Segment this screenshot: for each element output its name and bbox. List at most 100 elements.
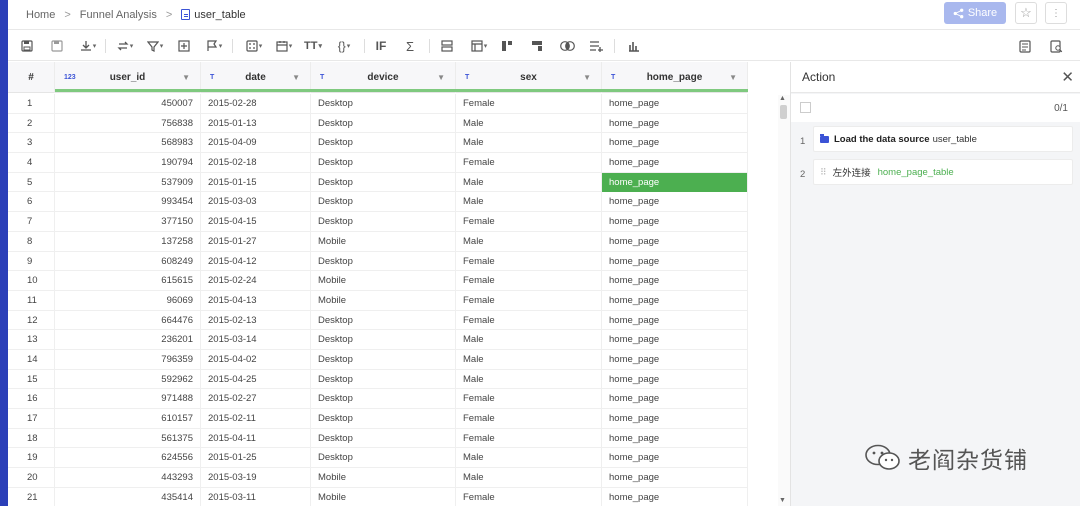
cell-home_page[interactable]: home_page — [602, 133, 748, 154]
filter-icon[interactable]: ▾ — [144, 38, 166, 54]
row-index[interactable]: 17 — [8, 409, 55, 429]
cell-device[interactable]: Mobile — [311, 468, 456, 488]
table-row[interactable]: 8 137258 2015-01-27 Mobile Male home_page — [8, 231, 748, 252]
cell-user_id[interactable]: 568983 — [55, 133, 201, 154]
cell-sex[interactable]: Female — [456, 153, 602, 173]
cell-user_id[interactable]: 96069 — [55, 290, 201, 311]
cell-date[interactable]: 2015-04-12 — [201, 251, 311, 272]
cell-date[interactable]: 2015-03-03 — [201, 192, 311, 213]
more-button[interactable]: ⋮ — [1045, 2, 1067, 24]
cell-sex[interactable]: Female — [456, 212, 602, 232]
row-index[interactable]: 9 — [8, 251, 55, 272]
cell-home_page[interactable]: home_page — [602, 349, 748, 370]
table-row[interactable]: 16 971488 2015-02-27 Desktop Female home_page — [8, 389, 748, 409]
row-index[interactable]: 5 — [8, 172, 55, 193]
cell-user_id[interactable]: 561375 — [55, 428, 201, 449]
row-index[interactable]: 14 — [8, 349, 55, 370]
cell-user_id[interactable]: 592962 — [55, 369, 201, 390]
cell-date[interactable]: 2015-01-27 — [201, 231, 311, 252]
row-index[interactable]: 3 — [8, 133, 55, 154]
cell-user_id[interactable]: 537909 — [55, 172, 201, 193]
cell-user_id[interactable]: 624556 — [55, 448, 201, 469]
cell-date[interactable]: 2015-03-14 — [201, 330, 311, 350]
row-index[interactable]: 19 — [8, 448, 55, 469]
row-index[interactable]: 6 — [8, 192, 55, 213]
cell-home_page[interactable]: home_page — [602, 271, 748, 291]
row-index[interactable]: 2 — [8, 113, 55, 134]
share-button[interactable]: Share — [944, 2, 1006, 24]
cell-user_id[interactable]: 435414 — [55, 487, 201, 506]
cell-sex[interactable]: Male — [456, 369, 602, 390]
group-icon[interactable] — [440, 38, 454, 54]
cell-device[interactable]: Desktop — [311, 251, 456, 272]
cell-device[interactable]: Mobile — [311, 487, 456, 506]
chevron-down-icon[interactable]: ▼ — [729, 73, 737, 82]
cell-sex[interactable]: Male — [456, 448, 602, 469]
cell-date[interactable]: 2015-02-11 — [201, 409, 311, 429]
cell-date[interactable]: 2015-02-24 — [201, 271, 311, 291]
row-index[interactable]: 7 — [8, 212, 55, 232]
cell-home_page[interactable]: home_page — [602, 428, 748, 449]
cell-device[interactable]: Desktop — [311, 192, 456, 213]
cell-sex[interactable]: Male — [456, 330, 602, 350]
cell-device[interactable]: Desktop — [311, 349, 456, 370]
table-row[interactable]: 2 756838 2015-01-13 Desktop Male home_page — [8, 113, 748, 134]
row-index[interactable]: 1 — [8, 94, 55, 114]
table-row[interactable]: 4 190794 2015-02-18 Desktop Female home_page — [8, 153, 748, 173]
cell-sex[interactable]: Female — [456, 428, 602, 449]
cell-sex[interactable]: Male — [456, 231, 602, 252]
cell-home_page[interactable]: home_page — [602, 251, 748, 272]
table-row[interactable]: 15 592962 2015-04-25 Desktop Male home_page — [8, 369, 748, 390]
save-icon[interactable] — [20, 38, 34, 54]
cell-date[interactable]: 2015-04-13 — [201, 290, 311, 311]
transform-icon[interactable]: ▾ — [114, 38, 136, 54]
row-index[interactable]: 12 — [8, 310, 55, 331]
cell-home_page[interactable]: home_page — [602, 448, 748, 469]
row-index[interactable]: 4 — [8, 153, 55, 173]
chevron-down-icon[interactable]: ▼ — [583, 73, 591, 82]
cell-date[interactable]: 2015-01-25 — [201, 448, 311, 469]
cell-user_id[interactable]: 664476 — [55, 310, 201, 331]
cell-user_id[interactable]: 796359 — [55, 349, 201, 370]
cell-sex[interactable]: Female — [456, 94, 602, 114]
merge-icon[interactable] — [500, 38, 514, 54]
close-icon[interactable]: ✕ — [1061, 68, 1074, 86]
scroll-down-icon[interactable]: ▼ — [779, 497, 786, 504]
row-index[interactable]: 16 — [8, 389, 55, 409]
cell-device[interactable]: Desktop — [311, 310, 456, 331]
cell-device[interactable]: Desktop — [311, 409, 456, 429]
table-row[interactable]: 18 561375 2015-04-11 Desktop Female home_page — [8, 428, 748, 449]
scrollbar-thumb[interactable] — [780, 105, 787, 119]
cell-sex[interactable]: Male — [456, 192, 602, 213]
cell-sex[interactable]: Female — [456, 409, 602, 429]
row-index[interactable]: 13 — [8, 330, 55, 350]
cell-home_page[interactable]: home_page — [602, 113, 748, 134]
table-row[interactable]: 7 377150 2015-04-15 Desktop Female home_page — [8, 212, 748, 232]
if-icon[interactable]: IF — [373, 38, 389, 54]
cell-sex[interactable]: Female — [456, 310, 602, 331]
cell-date[interactable]: 2015-02-13 — [201, 310, 311, 331]
cell-sex[interactable]: Male — [456, 113, 602, 134]
table-row[interactable]: 6 993454 2015-03-03 Desktop Male home_page — [8, 192, 748, 213]
cell-sex[interactable]: Female — [456, 251, 602, 272]
row-index[interactable]: 20 — [8, 468, 55, 488]
join-icon[interactable] — [559, 38, 575, 54]
cell-sex[interactable]: Female — [456, 389, 602, 409]
cell-date[interactable]: 2015-03-11 — [201, 487, 311, 506]
row-index[interactable]: 11 — [8, 290, 55, 311]
favorite-button[interactable]: ☆ — [1015, 2, 1037, 24]
cell-home_page[interactable]: home_page — [602, 153, 748, 173]
cell-home_page[interactable]: home_page — [602, 369, 748, 390]
add-column-icon[interactable] — [177, 38, 191, 54]
cell-home_page[interactable]: home_page — [602, 231, 748, 252]
cell-device[interactable]: Mobile — [311, 290, 456, 311]
table-row[interactable]: 14 796359 2015-04-02 Desktop Male home_page — [8, 349, 748, 370]
row-index[interactable]: 15 — [8, 369, 55, 390]
cell-user_id[interactable]: 971488 — [55, 389, 201, 409]
cell-user_id[interactable]: 615615 — [55, 271, 201, 291]
cell-home_page[interactable]: home_page — [602, 330, 748, 350]
cell-user_id[interactable]: 443293 — [55, 468, 201, 488]
cell-device[interactable]: Desktop — [311, 113, 456, 134]
cell-date[interactable]: 2015-04-09 — [201, 133, 311, 154]
save-as-icon[interactable] — [50, 38, 64, 54]
